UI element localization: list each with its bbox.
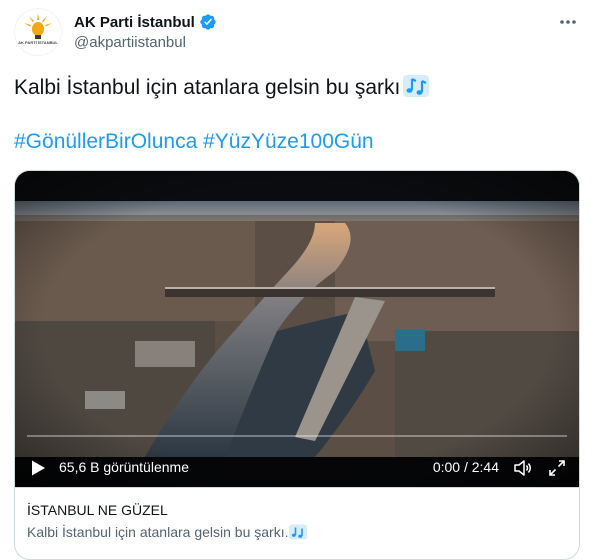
avatar[interactable]: AK PARTİ İSTANBUL xyxy=(14,8,62,56)
view-count: 65,6 B görüntülenme xyxy=(59,459,189,475)
display-name[interactable]: AK Parti İstanbul xyxy=(74,14,195,31)
avatar-caption: AK PARTİ İSTANBUL xyxy=(18,40,58,45)
tweet-header: AK PARTİ İSTANBUL AK Parti İstanbul @akp… xyxy=(0,0,592,60)
video-progress-bar[interactable] xyxy=(27,435,567,437)
fullscreen-icon[interactable] xyxy=(547,458,567,478)
musical-notes-icon xyxy=(403,75,430,97)
more-options-icon[interactable] xyxy=(558,12,578,32)
card-description: Kalbi İstanbul için atanlara gelsin bu ş… xyxy=(27,524,308,540)
tweet-text: Kalbi İstanbul için atanlara gelsin bu ş… xyxy=(14,74,431,102)
play-icon[interactable] xyxy=(29,459,47,477)
video-controls: 65,6 B görüntülenme 0:00 / 2:44 xyxy=(15,447,579,487)
ak-party-bulb-logo xyxy=(24,13,52,39)
hashtag-link[interactable]: #YüzYüze100Gün xyxy=(203,130,373,153)
hashtag-link[interactable]: #GönüllerBirOlunca xyxy=(14,130,197,153)
card-info[interactable]: İSTANBUL NE GÜZEL Kalbi İstanbul için at… xyxy=(15,487,579,559)
user-handle[interactable]: @akpartiistanbul xyxy=(74,34,186,51)
verified-badge-icon xyxy=(200,14,216,30)
card-description-text: Kalbi İstanbul için atanlara gelsin bu ş… xyxy=(27,524,289,540)
video-thumbnail xyxy=(15,171,579,487)
musical-notes-icon xyxy=(289,524,308,540)
card-title: İSTANBUL NE GÜZEL xyxy=(27,502,168,518)
video-time: 0:00 / 2:44 xyxy=(432,459,499,475)
tweet-text-content: Kalbi İstanbul için atanlara gelsin bu ş… xyxy=(14,76,401,99)
volume-icon[interactable] xyxy=(513,458,533,478)
hashtags: #GönüllerBirOlunca #YüzYüze100Gün xyxy=(14,128,374,156)
video-player[interactable]: 65,6 B görüntülenme 0:00 / 2:44 xyxy=(15,171,579,487)
media-card[interactable]: 65,6 B görüntülenme 0:00 / 2:44 İSTANBUL… xyxy=(14,170,580,560)
